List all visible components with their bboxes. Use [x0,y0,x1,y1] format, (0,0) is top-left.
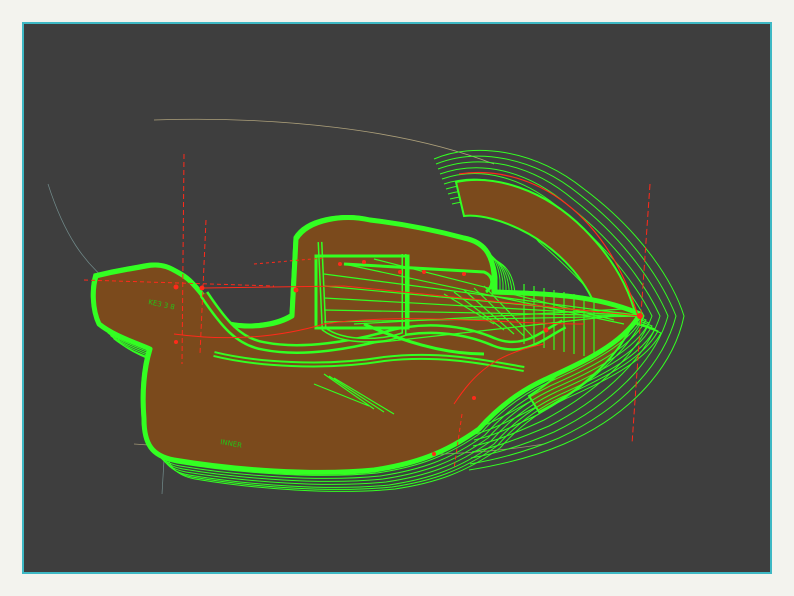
cad-viewport[interactable]: KE3 3 8 INNER [22,22,772,574]
pattern-drawing: KE3 3 8 INNER [47,118,685,495]
